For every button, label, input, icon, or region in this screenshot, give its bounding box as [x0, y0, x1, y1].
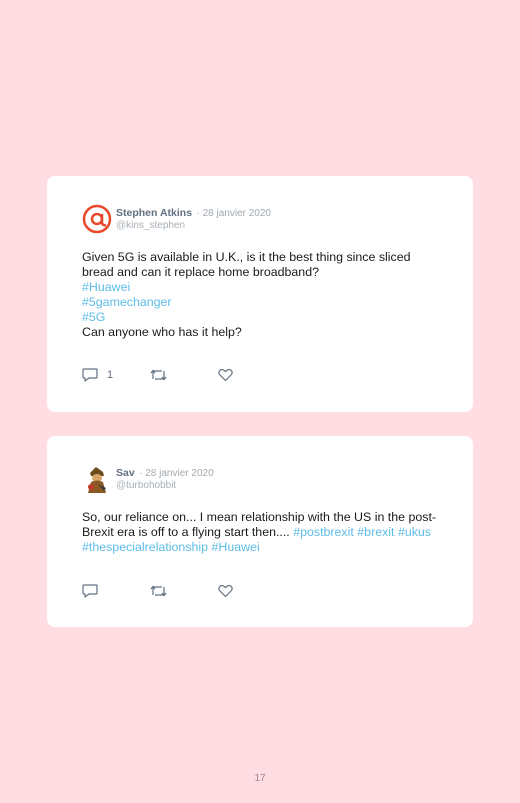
- like-button[interactable]: [218, 368, 286, 382]
- reply-icon: [82, 584, 98, 598]
- tweet-date: · 28 janvier 2020: [139, 468, 214, 479]
- retweet-icon: [150, 585, 167, 596]
- reply-icon: [82, 368, 98, 382]
- tweet-card: Stephen Atkins · 28 janvier 2020 @kins_s…: [47, 176, 473, 412]
- hashtag-link[interactable]: #ukus: [398, 525, 431, 539]
- avatar[interactable]: [82, 464, 112, 494]
- reply-button[interactable]: [82, 583, 150, 598]
- tweet-date: · 28 janvier 2020: [196, 208, 272, 219]
- tweet-actions: [82, 583, 286, 598]
- author-name[interactable]: Sav: [116, 467, 135, 479]
- character-avatar-icon: [82, 464, 112, 494]
- tweet-text: So, our reliance on... I mean relationsh…: [82, 510, 443, 555]
- hashtag-link[interactable]: #Huawei: [212, 540, 260, 554]
- author-handle[interactable]: @turbohobbit: [116, 480, 214, 492]
- hashtag-link[interactable]: #postbrexit: [293, 525, 354, 539]
- tweet-header: Sav · 28 janvier 2020 @turbohobbit: [82, 464, 214, 494]
- tweet-text-line: Can anyone who has it help?: [82, 325, 242, 339]
- hashtag-link[interactable]: #5gamechanger: [82, 295, 443, 310]
- hashtag-link[interactable]: #Huawei: [82, 280, 443, 295]
- hashtag-link[interactable]: #5G: [82, 310, 443, 325]
- tweet-actions: 1: [82, 367, 286, 382]
- reply-count: 1: [107, 368, 114, 381]
- tweet-text: Given 5G is available in U.K., is it the…: [82, 250, 443, 340]
- at-sign-icon: [82, 204, 112, 234]
- author-name[interactable]: Stephen Atkins: [116, 207, 192, 219]
- hashtag-link[interactable]: #brexit: [357, 525, 394, 539]
- tweet-card: Sav · 28 janvier 2020 @turbohobbit So, o…: [47, 436, 473, 627]
- heart-icon: [218, 368, 233, 381]
- retweet-button[interactable]: [150, 584, 218, 598]
- hashtag-link[interactable]: #thespecialrelationship: [82, 540, 208, 554]
- page-number: 17: [254, 773, 266, 784]
- retweet-icon: [150, 369, 167, 380]
- author-handle[interactable]: @kins_stephen: [116, 220, 271, 232]
- like-button[interactable]: [218, 584, 286, 598]
- tweet-header: Stephen Atkins · 28 janvier 2020 @kins_s…: [82, 204, 271, 234]
- heart-icon: [218, 584, 233, 597]
- reply-button[interactable]: 1: [82, 367, 150, 382]
- tweet-text-line: Given 5G is available in U.K., is it the…: [82, 250, 411, 279]
- avatar[interactable]: [82, 204, 112, 234]
- retweet-button[interactable]: [150, 368, 218, 382]
